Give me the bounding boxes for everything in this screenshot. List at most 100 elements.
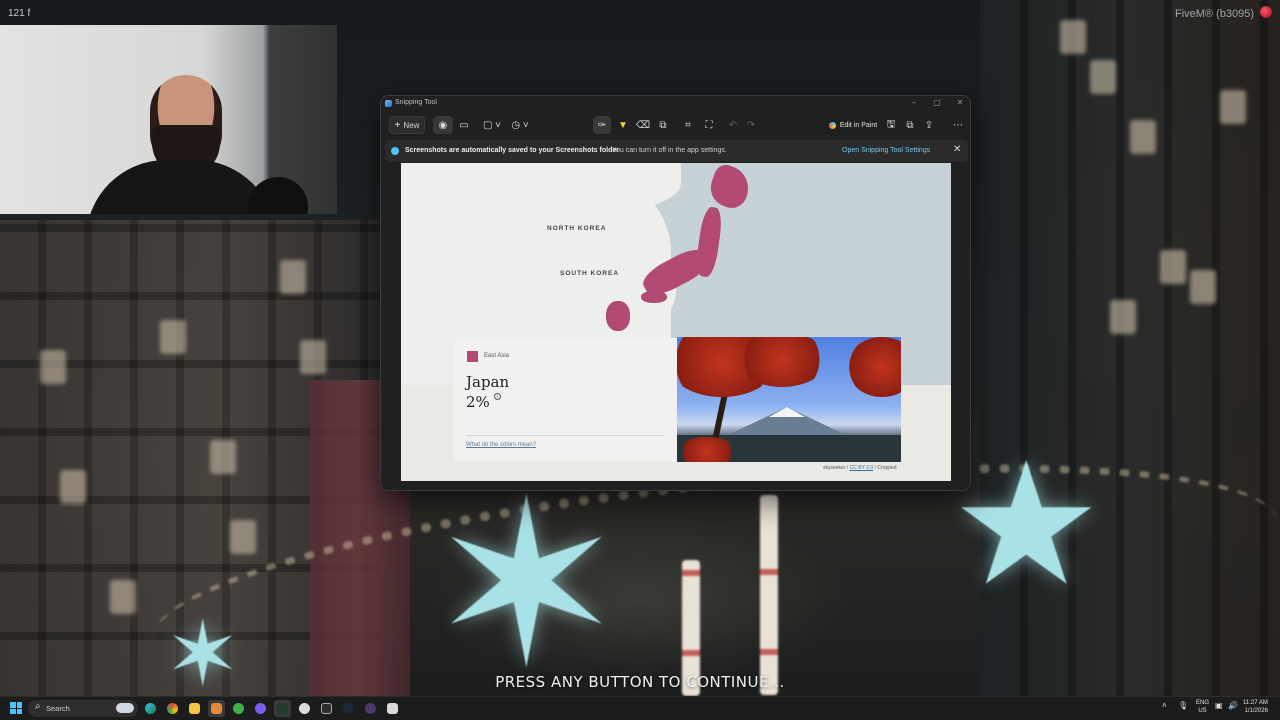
japan-shikoku xyxy=(641,291,667,303)
highlighter-button[interactable]: ▼ xyxy=(614,116,632,134)
delay-dropdown[interactable]: ◷ ˅ xyxy=(508,116,532,134)
rectangle-icon: ▢ ˅ xyxy=(482,119,502,131)
microphone-icon[interactable]: 🎙 xyxy=(1178,701,1188,710)
chevron-up-icon[interactable]: ˄ xyxy=(1162,701,1167,710)
text-actions-icon: ⛶ xyxy=(705,119,713,131)
colors-meaning-link[interactable]: What do the colors mean? xyxy=(466,442,536,448)
info-bar-message: Screenshots are automatically saved to y… xyxy=(405,147,619,154)
photo-credit-license[interactable]: CC BY 2.0 xyxy=(850,465,874,471)
cherry-icon xyxy=(1260,6,1272,18)
info-bar-subtext: You can turn it off in the app settings. xyxy=(612,147,727,154)
dismiss-info-bar-button[interactable]: ✕ xyxy=(953,144,961,155)
taskbar-clock[interactable]: 11:27 AM 1/1/2026 xyxy=(1243,699,1268,715)
clock-time: 11:27 AM xyxy=(1243,700,1268,706)
more-options-button[interactable]: ⋯ xyxy=(949,116,967,134)
file-explorer-icon[interactable] xyxy=(186,700,203,717)
chatgpt-icon[interactable] xyxy=(296,700,313,717)
paint-icon xyxy=(828,121,836,129)
japan-kyushu xyxy=(606,301,630,331)
camera-icon: ◉ xyxy=(438,119,448,131)
more-icon: ⋯ xyxy=(953,119,963,131)
snowcap-shape xyxy=(769,407,805,417)
region-color-swatch xyxy=(467,351,478,362)
card-divider xyxy=(466,435,664,436)
taskbar: ⌕ Search ˄ 🎙 ENG US ▣ 🔊 11:27 AM 1/1/202… xyxy=(0,696,1280,720)
country-name: Japan xyxy=(466,373,510,391)
country-info-card: East Asia Japan 2% i What do the colors … xyxy=(454,338,677,462)
highlighter-icon: ▼ xyxy=(618,119,628,131)
fps-counter: 121 f xyxy=(8,8,31,19)
autumn-foliage xyxy=(847,337,901,397)
japan-hokkaido xyxy=(705,163,755,213)
info-icon[interactable]: i xyxy=(494,393,501,400)
open-settings-link[interactable]: Open Snipping Tool Settings xyxy=(842,147,930,154)
autumn-foliage xyxy=(677,437,737,462)
webcam-overlay xyxy=(0,25,337,214)
snip-shape-dropdown[interactable]: ▢ ˅ xyxy=(480,116,504,134)
title-bar[interactable]: Snipping Tool – ▢ ✕ xyxy=(381,96,970,112)
eraser-button[interactable]: ⌫ xyxy=(634,116,652,134)
country-percent: 2% xyxy=(466,393,490,411)
eraser-icon: ⌫ xyxy=(635,119,651,131)
photo-credit-note: Cropped xyxy=(877,465,897,471)
new-snip-button[interactable]: + New xyxy=(389,116,425,134)
photo-credit: skyseeker / CC BY 2.0 / Cropped xyxy=(823,465,897,471)
map-label-south-korea: SOUTH KOREA xyxy=(560,270,620,277)
minimize-button[interactable]: – xyxy=(903,98,925,107)
maximize-button[interactable]: ▢ xyxy=(926,98,948,107)
captured-screenshot[interactable]: NORTH KOREA SOUTH KOREA East Asia Japan … xyxy=(401,163,951,481)
pen-tool-button[interactable]: ✑ xyxy=(593,116,611,134)
undo-icon: ↶ xyxy=(728,119,738,131)
terminal-icon[interactable] xyxy=(274,700,291,717)
edit-in-paint-button[interactable]: Edit in Paint xyxy=(823,116,883,134)
steam-icon[interactable] xyxy=(340,700,357,717)
network-icon[interactable]: ▣ xyxy=(1215,701,1223,710)
edge-icon[interactable] xyxy=(142,700,159,717)
chrome-icon[interactable] xyxy=(164,700,181,717)
close-button[interactable]: ✕ xyxy=(949,98,970,107)
region-code: US xyxy=(1198,708,1207,714)
shapes-icon: ⧉ xyxy=(659,119,667,131)
copy-icon: ⧉ xyxy=(906,119,914,131)
taskbar-search[interactable]: ⌕ Search xyxy=(28,700,138,717)
microphone xyxy=(248,177,308,214)
new-snip-label: New xyxy=(403,120,420,130)
background-striped-pole xyxy=(760,495,778,695)
crop-icon: ⌗ xyxy=(685,119,691,131)
press-any-button-prompt: PRESS ANY BUTTON TO CONTINUE... xyxy=(495,673,785,691)
copy-button[interactable]: ⧉ xyxy=(902,116,918,134)
search-placeholder: Search xyxy=(46,704,70,713)
mount-fuji-photo xyxy=(677,337,901,462)
map-label-north-korea: NORTH KOREA xyxy=(547,225,607,232)
photo-editor-icon[interactable] xyxy=(208,700,225,717)
russia-landmass xyxy=(541,163,681,213)
toolbar: + New ◉ ▭ ▢ ˅ ◷ ˅ ✑ ▼ ⌫ ⧉ ⌗ ⛶ ↶ ↷ Edit i… xyxy=(381,114,970,136)
snipping-tool-window[interactable]: Snipping Tool – ▢ ✕ + New ◉ ▭ ▢ ˅ ◷ ˅ ✑ … xyxy=(380,95,971,491)
snipping-tool-taskbar-icon[interactable] xyxy=(384,700,401,717)
shapes-button[interactable]: ⧉ xyxy=(654,116,672,134)
epic-games-icon[interactable] xyxy=(318,700,335,717)
volume-icon[interactable]: 🔊 xyxy=(1228,701,1238,710)
redo-button[interactable]: ↷ xyxy=(743,116,759,134)
snipping-tool-icon xyxy=(385,100,392,107)
screenshot-mode-button[interactable]: ◉ xyxy=(433,116,453,134)
xbox-icon[interactable] xyxy=(230,700,247,717)
text-actions-button[interactable]: ⛶ xyxy=(700,116,718,134)
record-mode-button[interactable]: ▭ xyxy=(455,116,473,134)
game-watermark: FiveM® (b3095) xyxy=(1174,8,1254,20)
search-icon: ⌕ xyxy=(35,701,41,712)
undo-button[interactable]: ↶ xyxy=(725,116,741,134)
obs-icon[interactable] xyxy=(362,700,379,717)
photo-credit-author: skyseeker xyxy=(823,465,846,471)
window-title: Snipping Tool xyxy=(395,99,437,106)
start-button[interactable] xyxy=(10,702,22,714)
discord-icon[interactable] xyxy=(252,700,269,717)
region-label: East Asia xyxy=(484,353,510,359)
save-button[interactable]: 🖫 xyxy=(883,116,899,134)
video-icon: ▭ xyxy=(459,119,469,131)
save-icon: 🖫 xyxy=(886,118,896,130)
share-button[interactable]: ⇪ xyxy=(921,116,937,134)
language-indicator[interactable]: ENG US xyxy=(1196,699,1209,715)
crop-button[interactable]: ⌗ xyxy=(679,116,697,134)
language-code: ENG xyxy=(1196,700,1210,706)
